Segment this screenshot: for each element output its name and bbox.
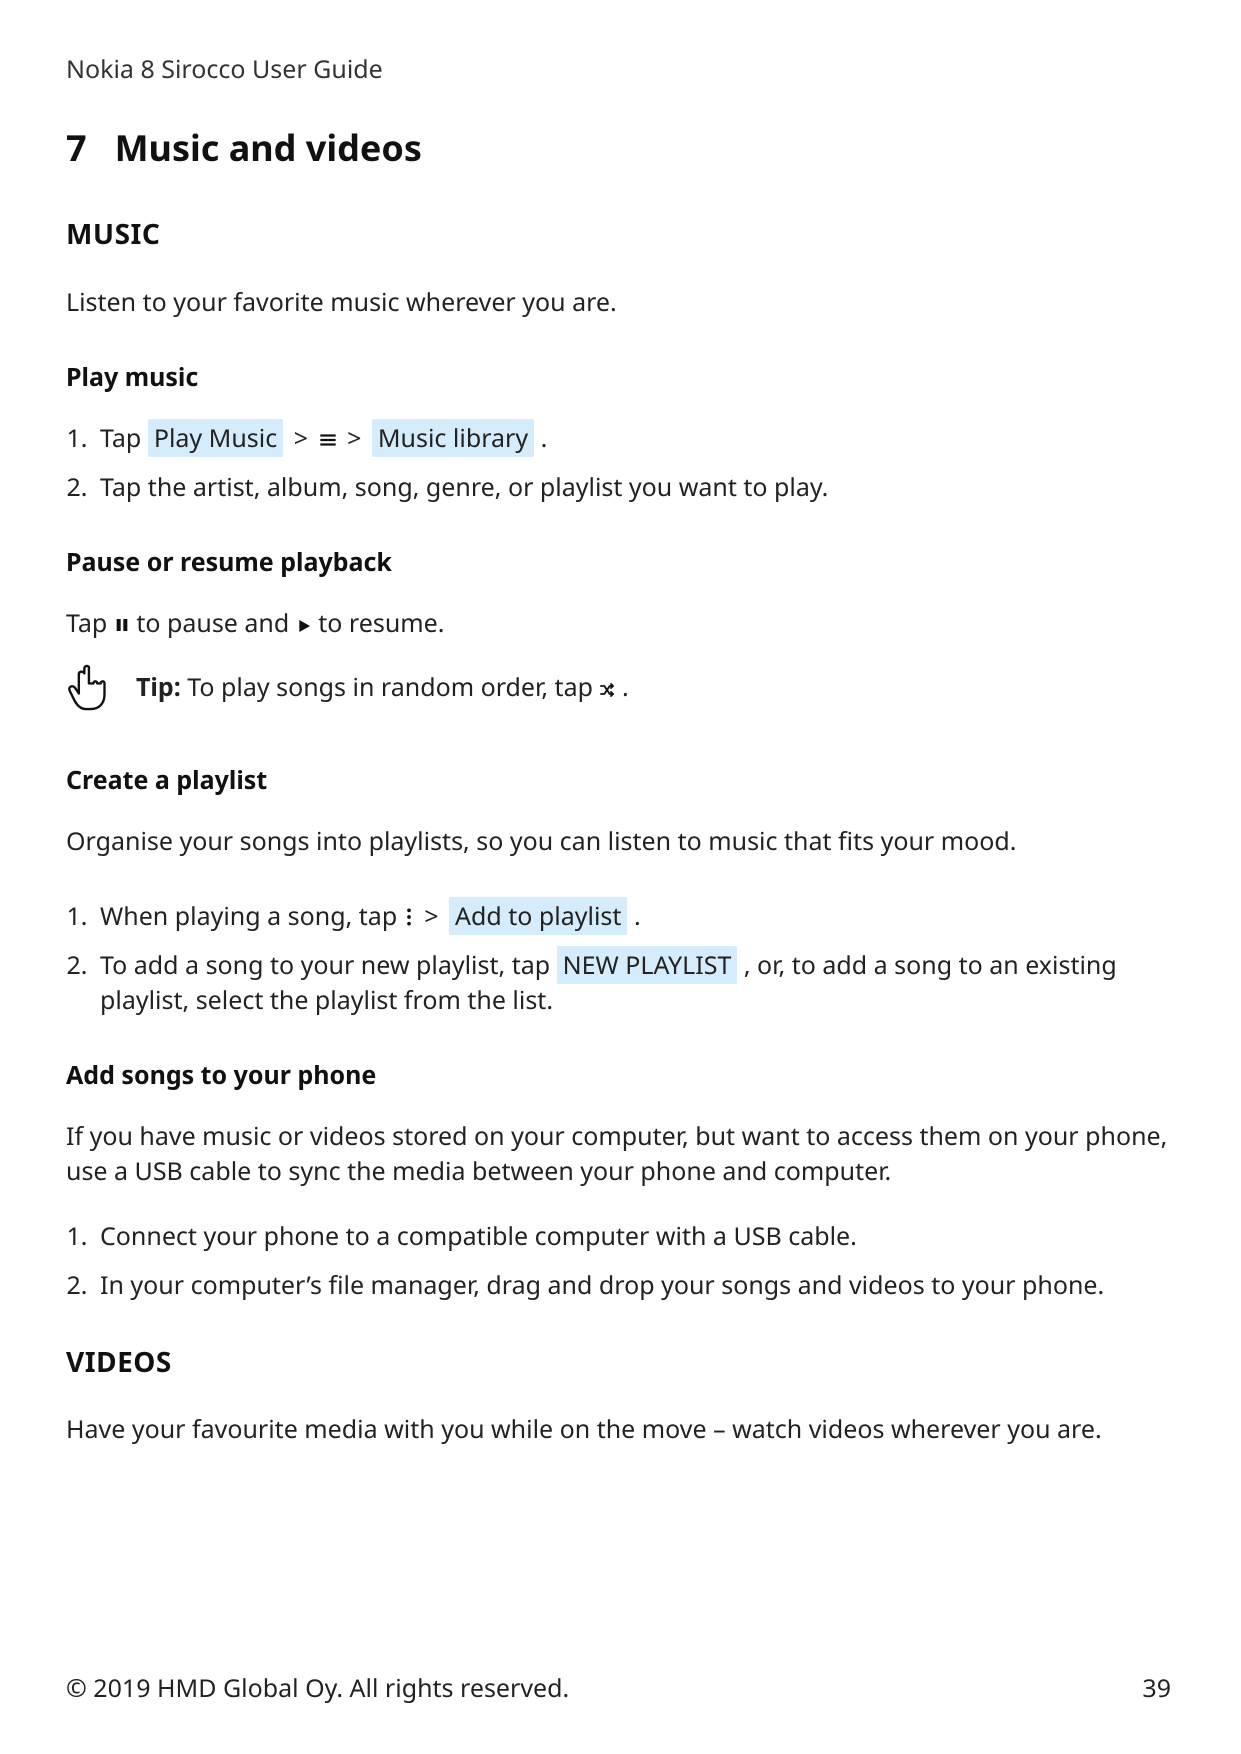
breadcrumb-sep: > <box>420 899 449 933</box>
shuffle-icon <box>599 682 615 698</box>
text: When playing a song, tap <box>100 899 404 933</box>
pause-icon <box>114 616 130 634</box>
add-songs-step-1: Connect your phone to a compatible compu… <box>94 1219 1171 1254</box>
play-music-heading: Play music <box>66 360 1171 395</box>
play-icon <box>296 618 312 634</box>
page-header: Nokia 8 Sirocco User Guide <box>66 52 1171 87</box>
play-music-step-1: Tap Play Music > > Music library . <box>94 421 1171 456</box>
new-playlist-chip: NEW PLAYLIST <box>557 946 738 984</box>
text: . <box>541 421 548 455</box>
add-songs-heading: Add songs to your phone <box>66 1058 1171 1093</box>
tip-text: To play songs in random order, tap <box>187 670 599 704</box>
tip-label: Tip: <box>136 670 181 704</box>
add-songs-step-2: In your computer’s file manager, drag an… <box>94 1268 1171 1303</box>
text: . <box>634 899 641 933</box>
create-playlist-intro: Organise your songs into playlists, so y… <box>66 824 1171 859</box>
create-playlist-step-2: To add a song to your new playlist, tap … <box>94 948 1171 1018</box>
create-playlist-heading: Create a playlist <box>66 763 1171 798</box>
tip-row: Tip: To play songs in random order, tap … <box>66 663 1171 713</box>
play-music-steps: Tap Play Music > > Music library . Tap t… <box>66 421 1171 505</box>
menu-icon <box>319 431 337 449</box>
text: to pause and <box>136 606 295 640</box>
play-music-chip: Play Music <box>148 419 283 457</box>
footer-copyright: © 2019 HMD Global Oy. All rights reserve… <box>66 1671 569 1706</box>
section-music-heading: MUSIC <box>66 215 1171 254</box>
text: . <box>622 670 629 704</box>
text: Tap <box>66 606 114 640</box>
create-playlist-steps: When playing a song, tap > Add to playli… <box>66 899 1171 1018</box>
pause-resume-heading: Pause or resume playback <box>66 545 1171 580</box>
more-vert-icon <box>404 907 414 927</box>
breadcrumb-sep: > <box>290 421 319 455</box>
footer-page-number: 39 <box>1142 1671 1171 1706</box>
play-music-step-2: Tap the artist, album, song, genre, or p… <box>94 470 1171 505</box>
add-to-playlist-chip: Add to playlist <box>449 897 627 935</box>
music-intro: Listen to your favorite music wherever y… <box>66 285 1171 320</box>
section-videos-heading: VIDEOS <box>66 1343 1171 1382</box>
page-footer: © 2019 HMD Global Oy. All rights reserve… <box>66 1671 1171 1706</box>
videos-intro: Have your favourite media with you while… <box>66 1412 1171 1447</box>
add-songs-intro: If you have music or videos stored on yo… <box>66 1119 1171 1189</box>
add-songs-steps: Connect your phone to a compatible compu… <box>66 1219 1171 1303</box>
tip-hand-icon <box>66 663 110 713</box>
text: To add a song to your new playlist, tap <box>100 948 557 982</box>
pause-resume-line: Tap to pause and to resume. <box>66 606 1171 641</box>
chapter-number: 7 <box>66 123 87 173</box>
page: Nokia 8 Sirocco User Guide 7 Music and v… <box>0 0 1241 1754</box>
breadcrumb-sep: > <box>343 421 372 455</box>
music-library-chip: Music library <box>372 419 534 457</box>
create-playlist-step-1: When playing a song, tap > Add to playli… <box>94 899 1171 934</box>
tip-content: Tip: To play songs in random order, tap … <box>136 670 629 705</box>
text: Tap <box>100 421 148 455</box>
chapter-title: Music and videos <box>115 123 422 173</box>
chapter-heading: 7 Music and videos <box>66 123 1171 173</box>
text: to resume. <box>318 606 444 640</box>
